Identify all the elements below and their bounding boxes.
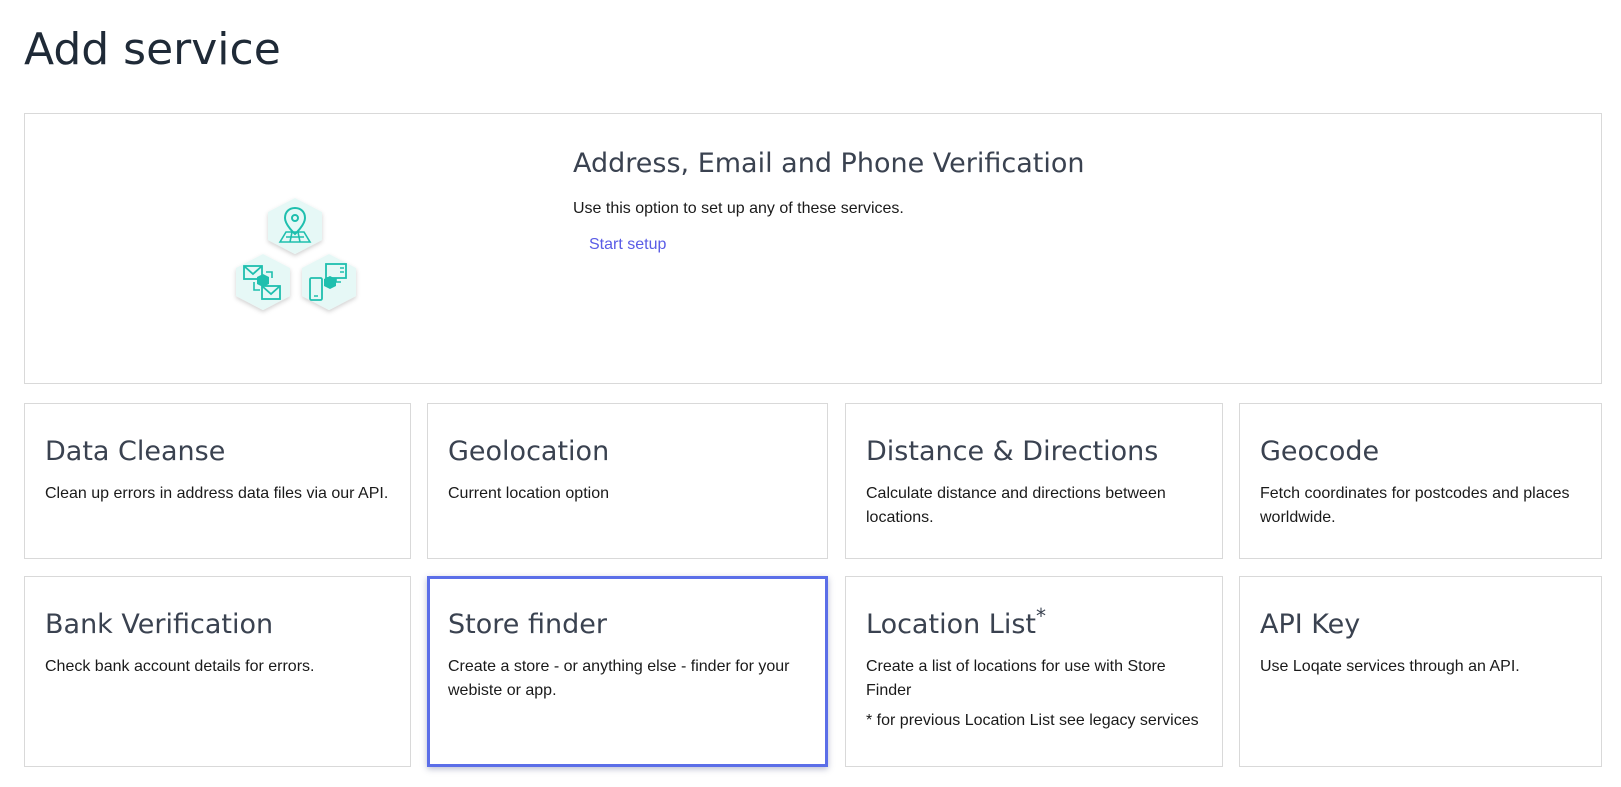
card-description: Calculate distance and directions betwee…	[866, 485, 1166, 526]
hero-title: Address, Email and Phone Verification	[573, 148, 1085, 179]
card-title: Distance & Directions	[866, 436, 1159, 467]
hero-description: Use this option to set up any of these s…	[573, 200, 904, 217]
title-asterisk: *	[1035, 604, 1046, 628]
card-description: Fetch coordinates for postcodes and plac…	[1260, 485, 1570, 526]
card-description: Clean up errors in address data files vi…	[45, 485, 389, 502]
page-title: Add service	[24, 24, 281, 75]
start-setup-link[interactable]: Start setup	[589, 233, 666, 257]
card-title: Location List	[866, 609, 1036, 640]
store-finder-card[interactable]: Store finder Create a store - or anythin…	[427, 576, 828, 767]
phone-icon	[302, 254, 356, 310]
card-description: Check bank account details for errors.	[45, 658, 315, 675]
verification-illustration	[236, 198, 356, 310]
card-title-wrapper: Location List*	[866, 604, 1202, 643]
data-cleanse-card[interactable]: Data Cleanse Clean up errors in address …	[24, 403, 411, 559]
card-description: Create a list of locations for use with …	[866, 658, 1166, 699]
email-icon	[236, 254, 290, 310]
legacy-services-note: * for previous Location List see legacy …	[866, 712, 1199, 729]
geocode-card[interactable]: Geocode Fetch coordinates for postcodes …	[1239, 403, 1602, 559]
card-title: Bank Verification	[45, 609, 274, 640]
bank-verification-card[interactable]: Bank Verification Check bank account det…	[24, 576, 411, 767]
location-list-card[interactable]: Location List* Create a list of location…	[845, 576, 1223, 767]
card-description: Create a store - or anything else - find…	[448, 658, 790, 699]
geolocation-card[interactable]: Geolocation Current location option	[427, 403, 828, 559]
map-pin-icon	[268, 198, 322, 254]
card-title: Geolocation	[448, 436, 610, 467]
api-key-card[interactable]: API Key Use Loqate services through an A…	[1239, 576, 1602, 767]
card-title: API Key	[1260, 609, 1361, 640]
card-title: Store finder	[448, 609, 607, 640]
card-title: Data Cleanse	[45, 436, 226, 467]
card-description: Current location option	[448, 485, 609, 502]
card-title: Geocode	[1260, 436, 1380, 467]
address-email-phone-verification-card[interactable]: Address, Email and Phone Verification Us…	[24, 113, 1602, 384]
card-description: Use Loqate services through an API.	[1260, 658, 1520, 675]
distance-directions-card[interactable]: Distance & Directions Calculate distance…	[845, 403, 1223, 559]
